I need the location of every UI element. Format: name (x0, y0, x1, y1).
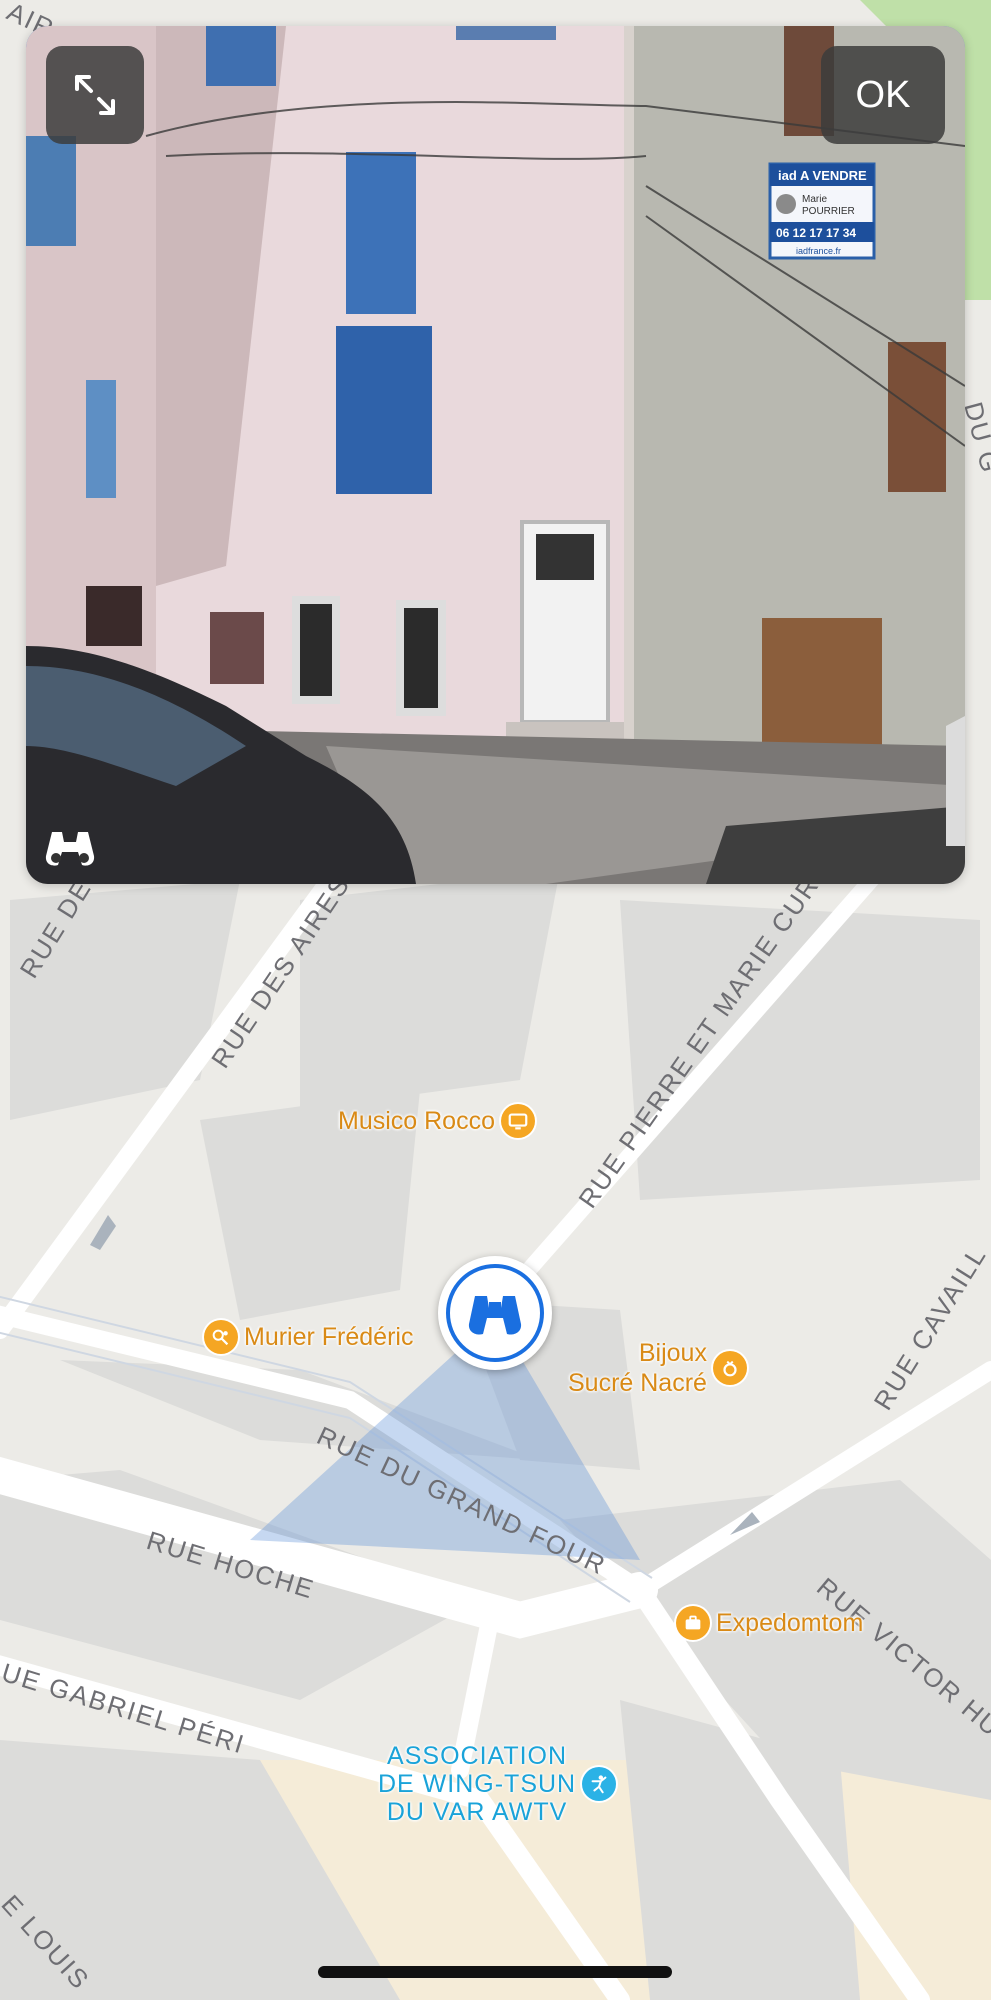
ok-button[interactable]: OK (821, 46, 945, 144)
sign-name-line1: Marie (802, 194, 827, 205)
poi-label: Musico Rocco (338, 1106, 495, 1135)
sign-phone: 06 12 17 17 34 (776, 226, 856, 240)
poi-association-wing-tsun[interactable]: ASSOCIATION DE WING-TSUN DU VAR AWTV (378, 1742, 617, 1826)
sign-title: A VENDRE (800, 168, 867, 183)
poi-musico-rocco[interactable]: Musico Rocco (338, 1104, 535, 1138)
for-sale-sign: iad A VENDRE Marie POURRIER 06 12 17 17 … (768, 162, 876, 260)
poi-label-line3: DU VAR AWTV (386, 1798, 568, 1826)
street-view-image[interactable]: iad A VENDRE Marie POURRIER 06 12 17 17 … (26, 26, 965, 884)
poi-label-group: ASSOCIATION DE WING-TSUN DU VAR AWTV (378, 1742, 576, 1826)
poi-label-group: Bijoux Sucré Nacré (568, 1338, 707, 1398)
poi-label: Expedomtom (716, 1608, 864, 1637)
look-around-panel[interactable]: iad A VENDRE Marie POURRIER 06 12 17 17 … (26, 26, 965, 884)
binoculars-icon (468, 1296, 522, 1335)
poi-expedomtom[interactable]: Expedomtom (676, 1606, 863, 1640)
sign-name-line2: POURRIER (802, 206, 855, 217)
sign-site: iadfrance.fr (796, 246, 841, 256)
poi-label-line2: Sucré Nacré (568, 1369, 707, 1397)
tv-icon (501, 1104, 535, 1138)
ring-icon (712, 1351, 747, 1385)
poi-label-line1: Bijoux (638, 1339, 707, 1367)
expand-arrows-icon (75, 75, 115, 115)
martial-arts-icon (582, 1767, 617, 1801)
expand-button[interactable] (46, 46, 144, 144)
binoculars-icon (45, 832, 95, 866)
look-around-location-marker[interactable] (438, 1256, 552, 1370)
home-indicator[interactable] (318, 1966, 672, 1978)
poi-murier-frederic[interactable]: Murier Frédéric (204, 1320, 413, 1354)
sign-logo: iad (778, 168, 797, 183)
marker-inner (446, 1264, 544, 1362)
pin-icon (204, 1320, 238, 1354)
poi-label-line2: DE WING-TSUN (378, 1770, 577, 1798)
poi-label: Murier Frédéric (244, 1322, 414, 1351)
briefcase-icon (676, 1606, 710, 1640)
poi-label-line1: ASSOCIATION (387, 1742, 568, 1770)
poi-bijoux-sucre-nacre[interactable]: Bijoux Sucré Nacré (568, 1338, 747, 1398)
